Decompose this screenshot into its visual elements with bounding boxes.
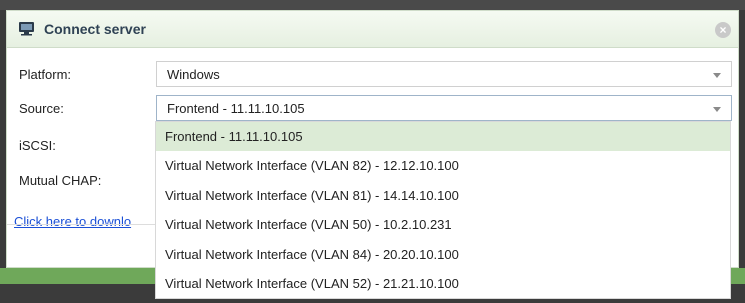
source-select-value: Frontend - 11.11.10.105 — [167, 101, 305, 116]
platform-label: Platform: — [19, 67, 72, 82]
dialog-titlebar[interactable]: Connect server × — [7, 11, 738, 48]
iscsi-label: iSCSI: — [19, 138, 56, 153]
background-top — [0, 0, 745, 10]
dropdown-option[interactable]: Virtual Network Interface (VLAN 81) - 14… — [156, 181, 730, 210]
dropdown-option[interactable]: Frontend - 11.11.10.105 — [156, 122, 730, 152]
platform-select[interactable]: Windows — [156, 61, 732, 87]
chevron-down-icon — [713, 73, 721, 78]
section-divider — [7, 224, 157, 225]
source-label: Source: — [19, 101, 64, 116]
chevron-down-icon — [713, 107, 721, 112]
close-icon[interactable]: × — [715, 22, 731, 38]
platform-select-value: Windows — [167, 67, 220, 82]
source-select[interactable]: Frontend - 11.11.10.105 — [156, 95, 732, 121]
dropdown-option[interactable]: Virtual Network Interface (VLAN 82) - 12… — [156, 151, 730, 180]
dropdown-option[interactable]: Virtual Network Interface (VLAN 50) - 10… — [156, 210, 730, 239]
dropdown-option[interactable]: Virtual Network Interface (VLAN 52) - 21… — [156, 269, 730, 298]
mutual-chap-label: Mutual CHAP: — [19, 173, 102, 188]
dialog-title: Connect server — [44, 21, 146, 37]
source-dropdown-list: Frontend - 11.11.10.105 Virtual Network … — [155, 121, 731, 300]
server-icon — [19, 22, 34, 36]
download-link[interactable]: Click here to downlo — [14, 214, 158, 229]
dropdown-option[interactable]: Virtual Network Interface (VLAN 84) - 20… — [156, 240, 730, 269]
